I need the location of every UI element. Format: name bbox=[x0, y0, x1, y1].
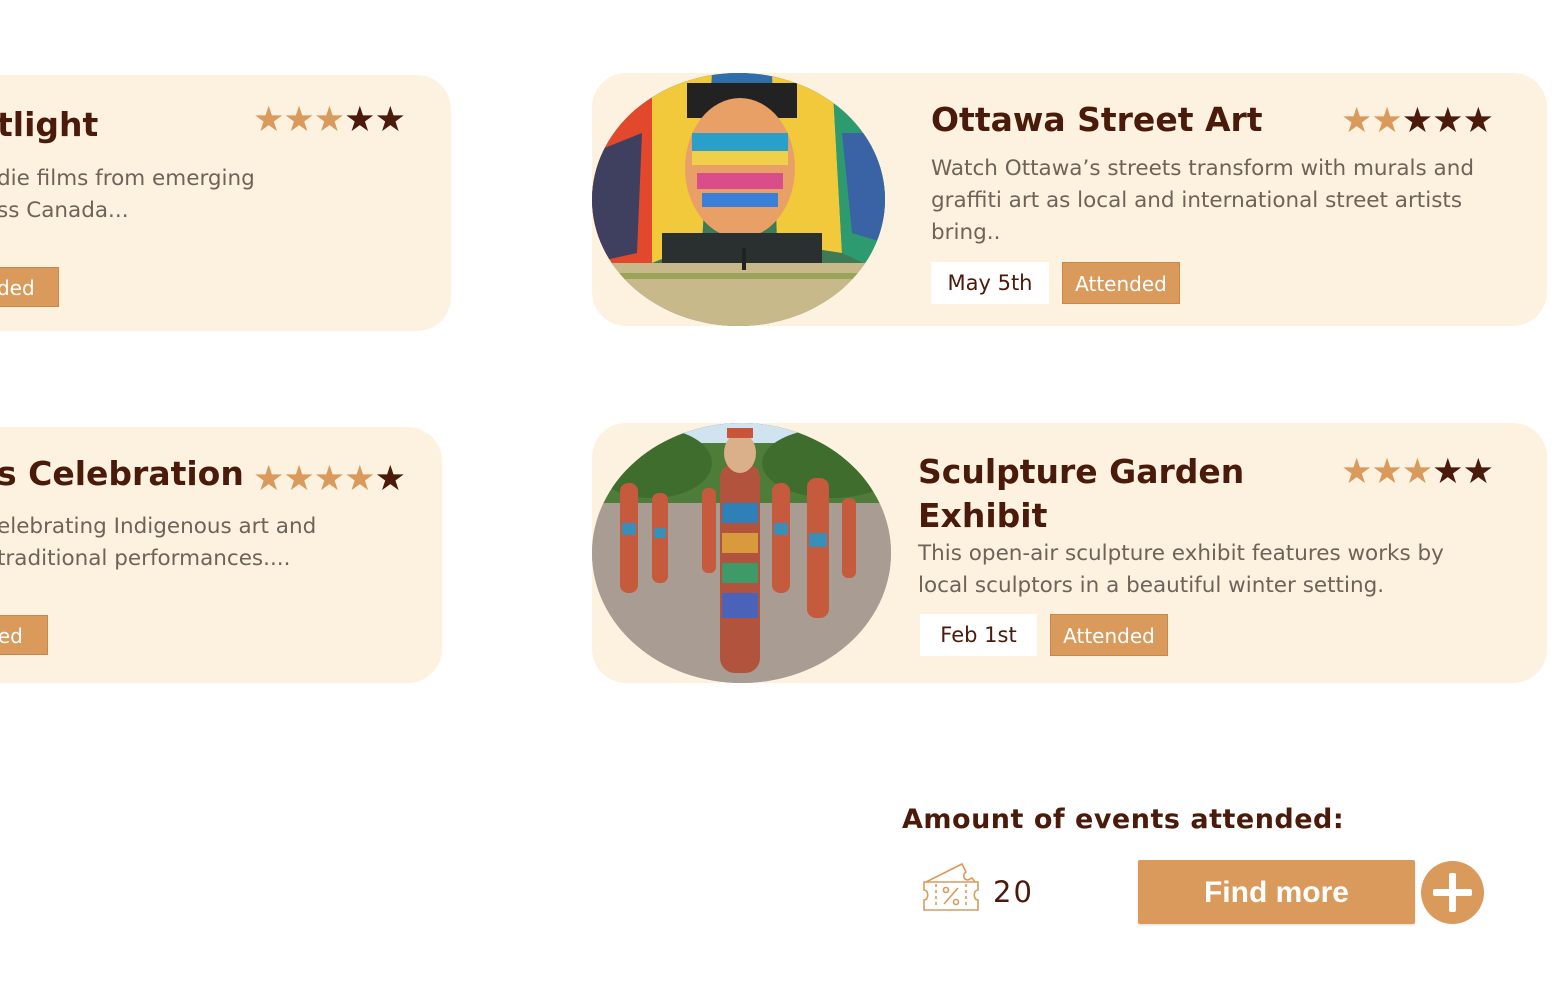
sculpture-photo bbox=[592, 423, 891, 683]
star-icon[interactable]: ★ bbox=[1371, 452, 1402, 492]
event-card-description: die films from emerging ss Canada... bbox=[0, 163, 377, 227]
mural-photo bbox=[592, 73, 885, 326]
event-date-badge: Feb 1st bbox=[920, 614, 1037, 656]
event-card-spotlight[interactable]: tlight ★★★★★ die films from emerging ss … bbox=[0, 75, 451, 331]
star-icon[interactable]: ★ bbox=[1402, 452, 1433, 492]
event-card-title: Sculpture Garden Exhibit bbox=[918, 450, 1244, 538]
description-line: elebrating Indigenous art and bbox=[0, 514, 317, 539]
event-card-title: s Celebration bbox=[0, 454, 244, 493]
description-line: traditional performances.... bbox=[0, 546, 291, 571]
star-rating[interactable]: ★★★★★ bbox=[1341, 452, 1494, 492]
attended-badge: ded bbox=[0, 615, 48, 655]
event-date-badge: May 5th bbox=[931, 262, 1049, 304]
star-icon[interactable]: ★ bbox=[314, 100, 345, 140]
star-icon[interactable]: ★ bbox=[253, 459, 284, 499]
star-icon[interactable]: ★ bbox=[283, 100, 314, 140]
star-icon[interactable]: ★ bbox=[1341, 101, 1372, 141]
description-line: ss Canada... bbox=[0, 198, 129, 223]
event-card-celebration[interactable]: s Celebration ★★★★★ elebrating Indigenou… bbox=[0, 427, 442, 683]
star-icon[interactable]: ★ bbox=[1463, 452, 1494, 492]
star-icon[interactable]: ★ bbox=[283, 459, 314, 499]
add-event-button[interactable] bbox=[1421, 861, 1484, 924]
star-icon[interactable]: ★ bbox=[344, 459, 375, 499]
attended-badge: Attended bbox=[1062, 262, 1180, 304]
star-icon[interactable]: ★ bbox=[1371, 101, 1402, 141]
event-card-description: elebrating Indigenous art and traditiona… bbox=[0, 511, 397, 575]
star-rating[interactable]: ★★★★★ bbox=[253, 100, 406, 140]
star-icon[interactable]: ★ bbox=[1463, 101, 1494, 141]
title-line: Exhibit bbox=[918, 496, 1048, 535]
attended-badge: Attended bbox=[1050, 614, 1168, 656]
event-card-description: This open-air sculpture exhibit features… bbox=[918, 541, 1444, 598]
star-rating[interactable]: ★★★★★ bbox=[1341, 101, 1494, 141]
events-attended-label: Amount of events attended: bbox=[902, 804, 1345, 835]
star-icon[interactable]: ★ bbox=[1432, 452, 1463, 492]
star-icon[interactable]: ★ bbox=[344, 100, 375, 140]
events-attended-count: 20 bbox=[993, 875, 1034, 909]
event-card-title: tlight bbox=[0, 105, 99, 144]
ticket-percent-icon bbox=[922, 862, 980, 914]
ticket-svg bbox=[923, 862, 979, 911]
title-line: Sculpture Garden bbox=[918, 452, 1245, 491]
star-icon[interactable]: ★ bbox=[1432, 101, 1463, 141]
find-more-button[interactable]: Find more bbox=[1138, 860, 1415, 924]
sculpture-image bbox=[592, 423, 891, 683]
star-rating[interactable]: ★★★★★ bbox=[253, 459, 406, 499]
event-card-description: Watch Ottawa’s streets transform with mu… bbox=[931, 156, 1475, 245]
plus-icon bbox=[1433, 873, 1472, 912]
star-icon[interactable]: ★ bbox=[375, 100, 406, 140]
description-line: die films from emerging bbox=[0, 166, 255, 191]
mural-image bbox=[592, 73, 885, 326]
star-icon[interactable]: ★ bbox=[375, 459, 406, 499]
event-card-title: Ottawa Street Art bbox=[931, 100, 1263, 139]
star-icon[interactable]: ★ bbox=[1341, 452, 1372, 492]
star-icon[interactable]: ★ bbox=[314, 459, 345, 499]
attended-badge: nded bbox=[0, 267, 59, 307]
star-icon[interactable]: ★ bbox=[1402, 101, 1433, 141]
star-icon[interactable]: ★ bbox=[253, 100, 284, 140]
